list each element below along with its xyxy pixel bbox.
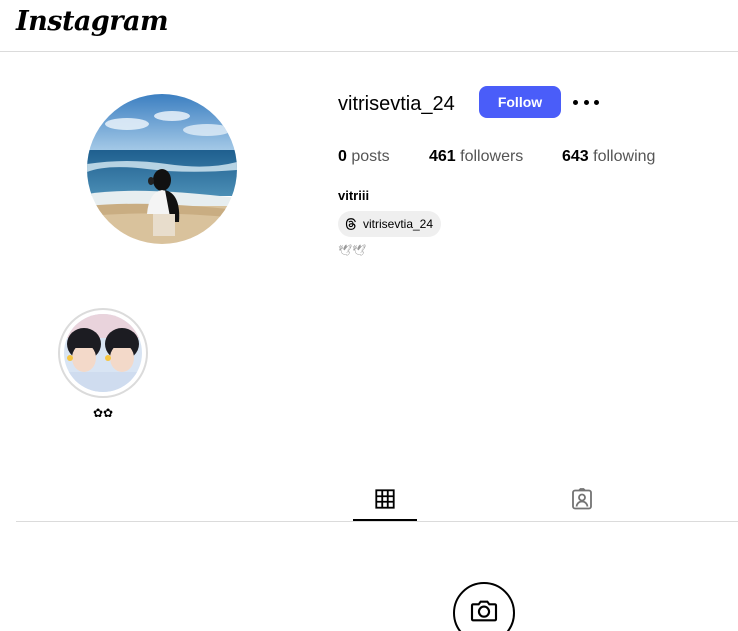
- tab-posts[interactable]: [353, 480, 417, 522]
- highlight-photo: [64, 314, 142, 392]
- threads-link[interactable]: vitrisevtia_24: [338, 211, 442, 237]
- profile-photo: [87, 94, 237, 244]
- profile-username: vitrisevtia_24: [338, 93, 455, 115]
- profile-avatar[interactable]: [87, 94, 237, 244]
- tab-tagged[interactable]: [550, 480, 614, 522]
- tabs-divider: [16, 521, 738, 522]
- stat-posts: 0 posts: [338, 148, 390, 166]
- story-highlight[interactable]: [58, 308, 148, 398]
- tagged-icon: [572, 488, 592, 510]
- threads-icon: [345, 218, 356, 230]
- more-dot: [594, 99, 599, 105]
- more-options-icon[interactable]: [573, 92, 599, 112]
- posts-label: posts: [351, 148, 390, 165]
- following-count: 643: [562, 148, 589, 165]
- stat-followers[interactable]: 461 followers: [429, 148, 523, 166]
- stat-following[interactable]: 643 following: [562, 148, 655, 166]
- followers-count: 461: [429, 148, 456, 165]
- following-label: following: [593, 148, 656, 165]
- posts-count: 0: [338, 148, 347, 165]
- top-bar: Instagram: [0, 0, 738, 52]
- threads-handle: vitrisevtia_24: [363, 217, 434, 231]
- highlight-label: ✿✿: [92, 406, 114, 420]
- instagram-logo[interactable]: Instagram: [16, 6, 169, 37]
- camera-icon: [470, 600, 498, 622]
- profile-full-name: vitriii: [338, 188, 370, 203]
- more-dot: [573, 99, 578, 105]
- follow-button[interactable]: Follow: [479, 86, 561, 118]
- grid-icon: [375, 489, 395, 509]
- highlight-cover: [64, 314, 142, 392]
- more-dot: [583, 99, 589, 105]
- no-posts-camera: [453, 582, 515, 631]
- followers-label: followers: [460, 148, 524, 165]
- bio-text: 🕊🕊: [338, 245, 366, 257]
